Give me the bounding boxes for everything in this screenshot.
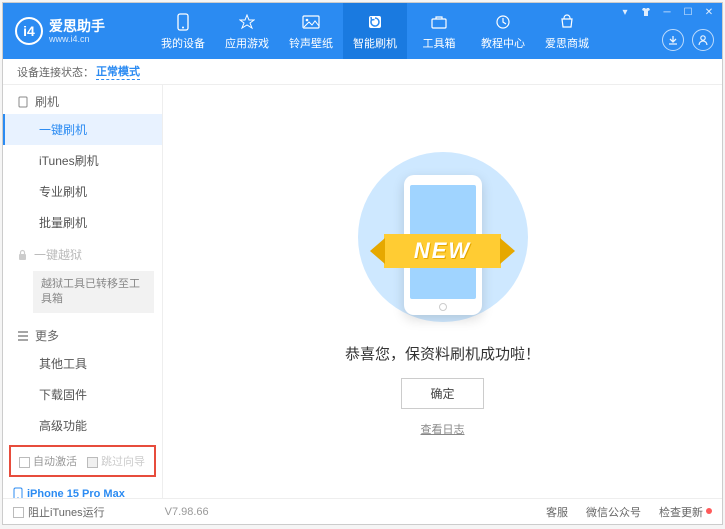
sidebar-item-batch[interactable]: 批量刷机 [3, 207, 162, 238]
phone-icon [173, 12, 193, 32]
sidebar-section-flash[interactable]: 刷机 [3, 85, 162, 114]
tab-tutorials[interactable]: 教程中心 [471, 3, 535, 59]
sidebar: 刷机 一键刷机 iTunes刷机 专业刷机 批量刷机 一键越狱 越狱工具已转移至… [3, 85, 163, 498]
minimize-icon[interactable]: ─ [658, 5, 676, 19]
status-bar: 设备连接状态： 正常模式 [3, 59, 722, 85]
menu-icon[interactable]: ▾ [616, 5, 634, 19]
success-illustration: NEW [353, 147, 533, 327]
footer-service[interactable]: 客服 [546, 504, 568, 520]
tab-apps[interactable]: 应用游戏 [215, 3, 279, 59]
sidebar-item-oneclick[interactable]: 一键刷机 [3, 114, 162, 145]
close-icon[interactable]: ✕ [700, 5, 718, 19]
version-label: V7.98.66 [165, 506, 209, 518]
header-actions [662, 29, 714, 51]
footer: 阻止iTunes运行 V7.98.66 客服 微信公众号 检查更新 [3, 498, 722, 524]
app-icon [237, 12, 257, 32]
sidebar-item-download-fw[interactable]: 下载固件 [3, 379, 162, 410]
sidebar-item-pro[interactable]: 专业刷机 [3, 176, 162, 207]
user-button[interactable] [692, 29, 714, 51]
tab-shop[interactable]: 爱思商城 [535, 3, 599, 59]
app-window: i4 爱思助手 www.i4.cn 我的设备 应用游戏 铃声壁纸 智能刷机 [2, 2, 723, 525]
jailbreak-note: 越狱工具已转移至工具箱 [33, 271, 154, 313]
view-log-link[interactable]: 查看日志 [421, 421, 465, 437]
tab-my-device[interactable]: 我的设备 [151, 3, 215, 59]
header: i4 爱思助手 www.i4.cn 我的设备 应用游戏 铃声壁纸 智能刷机 [3, 3, 722, 59]
nav-tabs: 我的设备 应用游戏 铃声壁纸 智能刷机 工具箱 教程中心 [151, 3, 599, 59]
sidebar-item-othertools[interactable]: 其他工具 [3, 348, 162, 379]
sidebar-section-jailbreak: 一键越狱 [3, 238, 162, 267]
skin-icon[interactable] [637, 5, 655, 19]
image-icon [301, 12, 321, 32]
checkbox-block-itunes[interactable]: 阻止iTunes运行 [13, 504, 105, 520]
body: 刷机 一键刷机 iTunes刷机 专业刷机 批量刷机 一键越狱 越狱工具已转移至… [3, 85, 722, 498]
device-info[interactable]: iPhone 15 Pro Max 512GB iPhone [3, 481, 162, 498]
phone-small-icon [17, 96, 29, 108]
tab-toolbox[interactable]: 工具箱 [407, 3, 471, 59]
tab-ringtones[interactable]: 铃声壁纸 [279, 3, 343, 59]
update-dot-icon [706, 508, 712, 514]
download-button[interactable] [662, 29, 684, 51]
logo-icon: i4 [15, 17, 43, 45]
new-ribbon: NEW [343, 232, 543, 270]
footer-update[interactable]: 检查更新 [659, 504, 712, 520]
list-icon [17, 331, 29, 341]
app-url: www.i4.cn [49, 34, 105, 45]
app-title: 爱思助手 [49, 18, 105, 34]
maximize-icon[interactable]: ☐ [679, 5, 697, 19]
logo-area: i4 爱思助手 www.i4.cn [3, 17, 151, 45]
footer-wechat[interactable]: 微信公众号 [586, 504, 641, 520]
tab-flash[interactable]: 智能刷机 [343, 3, 407, 59]
toolbox-icon [429, 12, 449, 32]
sidebar-item-itunes[interactable]: iTunes刷机 [3, 145, 162, 176]
book-icon [493, 12, 513, 32]
window-controls: ▾ ─ ☐ ✕ [616, 5, 718, 19]
checkbox-auto-activate[interactable]: 自动激活 [19, 453, 77, 469]
sidebar-item-advanced[interactable]: 高级功能 [3, 410, 162, 441]
device-phone-icon [13, 487, 23, 498]
ok-button[interactable]: 确定 [401, 378, 483, 409]
success-message: 恭喜您，保资料刷机成功啦！ [345, 343, 540, 364]
device-name: iPhone 15 Pro Max [13, 487, 152, 498]
main-content: NEW 恭喜您，保资料刷机成功啦！ 确定 查看日志 [163, 85, 722, 498]
status-prefix: 设备连接状态： [17, 64, 94, 80]
checkbox-skip-guide: 跳过向导 [87, 453, 145, 469]
options-highlight-box: 自动激活 跳过向导 [9, 445, 156, 477]
flash-icon [365, 12, 385, 32]
shop-icon [557, 12, 577, 32]
lock-icon [17, 249, 28, 261]
sidebar-section-more[interactable]: 更多 [3, 319, 162, 348]
status-mode[interactable]: 正常模式 [96, 63, 140, 80]
